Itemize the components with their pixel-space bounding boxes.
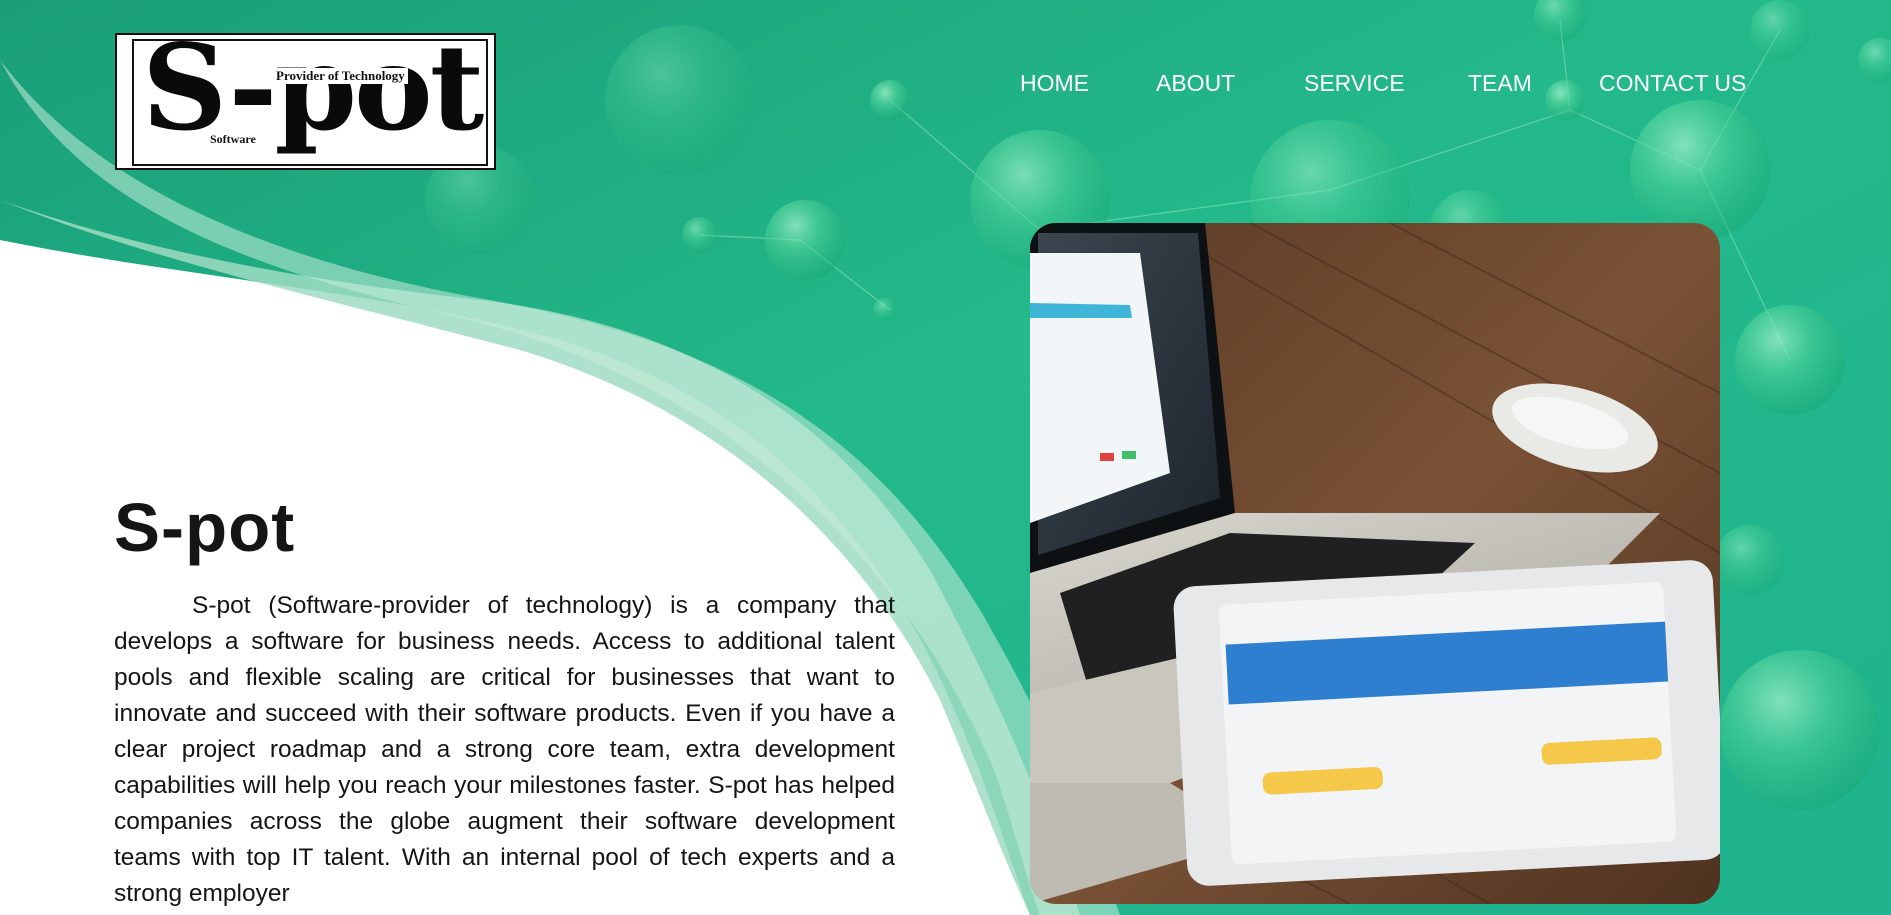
intro-paragraph: S-pot (Software-provider of technology) … — [114, 592, 895, 907]
page-title: S-pot — [114, 489, 296, 566]
logo-subtitle: Software — [208, 132, 258, 147]
hero-image — [1030, 223, 1720, 904]
logo[interactable]: S-pot Provider of Technology Software — [115, 29, 496, 170]
nav-service[interactable]: SERVICE — [1304, 66, 1405, 100]
main-nav: HOME ABOUT SERVICE TEAM CONTACT US — [0, 66, 1891, 100]
nav-about[interactable]: ABOUT — [1156, 66, 1235, 100]
nav-team[interactable]: TEAM — [1468, 66, 1532, 100]
nav-contact-us[interactable]: CONTACT US — [1599, 66, 1746, 100]
nav-home[interactable]: HOME — [1020, 66, 1089, 100]
